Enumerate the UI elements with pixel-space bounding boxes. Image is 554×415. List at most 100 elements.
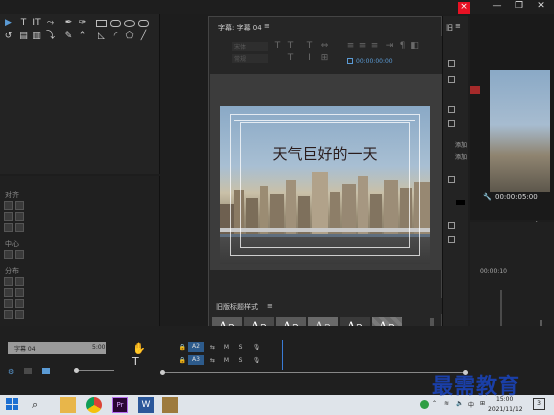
search-icon[interactable]: ⌕ [32, 398, 38, 412]
align-center-text-icon[interactable]: ≡ [358, 41, 367, 51]
type-tool-timeline-icon[interactable]: T [132, 355, 139, 368]
track-a3-sync[interactable]: ⇆ [208, 356, 217, 365]
align-left-button[interactable] [4, 201, 13, 210]
align-hcenter-button[interactable] [4, 212, 13, 221]
property-checkbox-4[interactable] [448, 120, 455, 127]
area-type-tool-icon[interactable]: ▤ [18, 31, 29, 42]
title-text[interactable]: 天气巨好的一天 [220, 143, 430, 164]
vertical-type-tool-icon[interactable]: IT [31, 18, 42, 29]
program-timecode[interactable]: 00:00:05:00 [495, 193, 538, 201]
line-tool-icon[interactable]: ╱ [138, 31, 149, 42]
pen-tool-icon[interactable]: ✒ [63, 18, 74, 29]
align-vcenter-button[interactable] [15, 212, 24, 221]
track-a3-lock[interactable]: 🔒 [178, 356, 187, 365]
premiere-pro-icon[interactable]: Pr [112, 397, 128, 413]
font-family-select[interactable]: 宋体 [232, 42, 268, 51]
track-a2-mute[interactable]: M [222, 343, 231, 352]
distribute-vcenter-button[interactable] [15, 288, 24, 297]
timeline-horizontal-scroll[interactable] [160, 372, 468, 373]
app-icon[interactable] [162, 397, 178, 413]
track-a3-mute[interactable]: M [222, 356, 231, 365]
rounded-rectangle-tool-icon[interactable] [110, 20, 121, 27]
tray-app-icon[interactable] [420, 400, 429, 409]
show-video-icon[interactable]: ◧ [410, 41, 419, 51]
convert-anchor-tool-icon[interactable]: ⌃ [77, 31, 88, 42]
scroll-left-handle[interactable] [160, 370, 165, 375]
distribute-hspace-button[interactable] [4, 310, 13, 319]
rotate-tool-icon[interactable]: ↺ [3, 31, 14, 42]
property-checkbox-6[interactable] [448, 222, 455, 229]
align-right-text-icon[interactable]: ≡ [370, 41, 379, 51]
property-checkbox-3[interactable] [448, 106, 455, 113]
wifi-icon[interactable]: ≋ [444, 400, 449, 407]
notification-center-icon[interactable]: 3 [533, 398, 545, 410]
dialog-close-button[interactable]: × [458, 2, 470, 14]
distribute-bottom-button[interactable] [15, 299, 24, 308]
track-a3-solo[interactable]: S [236, 356, 245, 365]
chrome-icon[interactable] [86, 397, 102, 413]
maximize-button[interactable]: ❐ [508, 0, 530, 14]
underline-icon[interactable]: T [286, 53, 295, 63]
italic-icon[interactable]: T [286, 41, 295, 51]
add-stroke-link-2[interactable]: 添加 [455, 152, 467, 161]
track-a2-solo[interactable]: S [236, 343, 245, 352]
font-size-icon[interactable]: T [305, 41, 314, 51]
kerning-icon[interactable]: ⇔ [320, 41, 329, 51]
tray-expand-icon[interactable]: ⌃ [432, 400, 437, 407]
type-tool-icon[interactable]: T [18, 18, 29, 29]
dialog-tab-title[interactable]: 字幕: 字幕 04 [218, 23, 262, 33]
align-top-button[interactable] [15, 201, 24, 210]
styles-menu-icon[interactable]: ≡ [267, 302, 273, 310]
paragraph-icon[interactable]: ¶ [398, 41, 407, 51]
distribute-hcenter-button[interactable] [4, 288, 13, 297]
property-checkbox-5[interactable] [448, 176, 455, 183]
track-a2-mic-icon[interactable]: 🎙 [252, 343, 261, 352]
clock-date[interactable]: 2021/11/12 [488, 406, 523, 413]
clipped-rect-tool-icon[interactable] [138, 20, 149, 27]
close-button[interactable]: ✕ [530, 0, 552, 14]
delete-anchor-tool-icon[interactable]: ✑ [77, 18, 88, 29]
property-checkbox-1[interactable] [448, 60, 455, 67]
bold-icon[interactable]: T [273, 41, 282, 51]
track-a2-sync[interactable]: ⇆ [208, 343, 217, 352]
file-explorer-icon[interactable] [60, 397, 76, 413]
path-type-tool-icon[interactable]: ⤳ [45, 18, 56, 29]
timeline-zoom-slider[interactable] [74, 370, 114, 371]
align-bottom-button[interactable] [15, 223, 24, 232]
tracking-icon[interactable]: ⊞ [320, 53, 329, 63]
tab-stops-icon[interactable]: ⇥ [385, 41, 394, 51]
track-a2-target[interactable]: A2 [188, 342, 204, 352]
distribute-left-button[interactable] [4, 277, 13, 286]
align-left-text-icon[interactable]: ≡ [346, 41, 355, 51]
track-a3-mic-icon[interactable]: 🎙 [252, 356, 261, 365]
property-checkbox-2[interactable] [448, 76, 455, 83]
zoom-slider-handle[interactable] [74, 368, 79, 373]
color-swatch[interactable] [456, 200, 465, 205]
dialog-menu-icon[interactable]: ≡ [264, 22, 270, 30]
property-checkbox-7[interactable] [448, 236, 455, 243]
language-icon[interactable]: 中 [468, 400, 474, 409]
properties-menu-icon[interactable]: ≡ [455, 22, 461, 30]
font-style-select[interactable]: 常规 [232, 54, 268, 63]
vertical-path-type-icon[interactable]: ⤵ [45, 31, 56, 42]
arc-tool-icon[interactable]: ◜ [110, 31, 121, 42]
show-background-video-icon[interactable] [347, 58, 353, 64]
input-method-icon[interactable]: ⊞ [480, 400, 485, 407]
track-a2-lock[interactable]: 🔒 [178, 343, 187, 352]
add-anchor-tool-icon[interactable]: ✎ [63, 31, 74, 42]
rectangle-tool-icon[interactable] [96, 20, 107, 27]
distribute-vspace-button[interactable] [15, 310, 24, 319]
timeline-snap-button[interactable] [42, 368, 50, 374]
leading-icon[interactable]: I [305, 53, 314, 63]
polygon-tool-icon[interactable]: ⬠ [124, 31, 135, 42]
hand-tool-icon[interactable]: ✋ [132, 342, 146, 355]
timeline-zoom-button[interactable] [24, 368, 32, 374]
distribute-top-button[interactable] [15, 277, 24, 286]
word-icon[interactable]: W [138, 397, 154, 413]
selection-tool-icon[interactable]: ▶ [3, 18, 14, 29]
center-horizontal-button[interactable] [4, 250, 13, 259]
distribute-right-button[interactable] [4, 299, 13, 308]
ellipse-tool-icon[interactable] [124, 20, 135, 27]
timeline-settings-icon[interactable]: ⚙ [8, 368, 14, 376]
center-vertical-button[interactable] [15, 250, 24, 259]
